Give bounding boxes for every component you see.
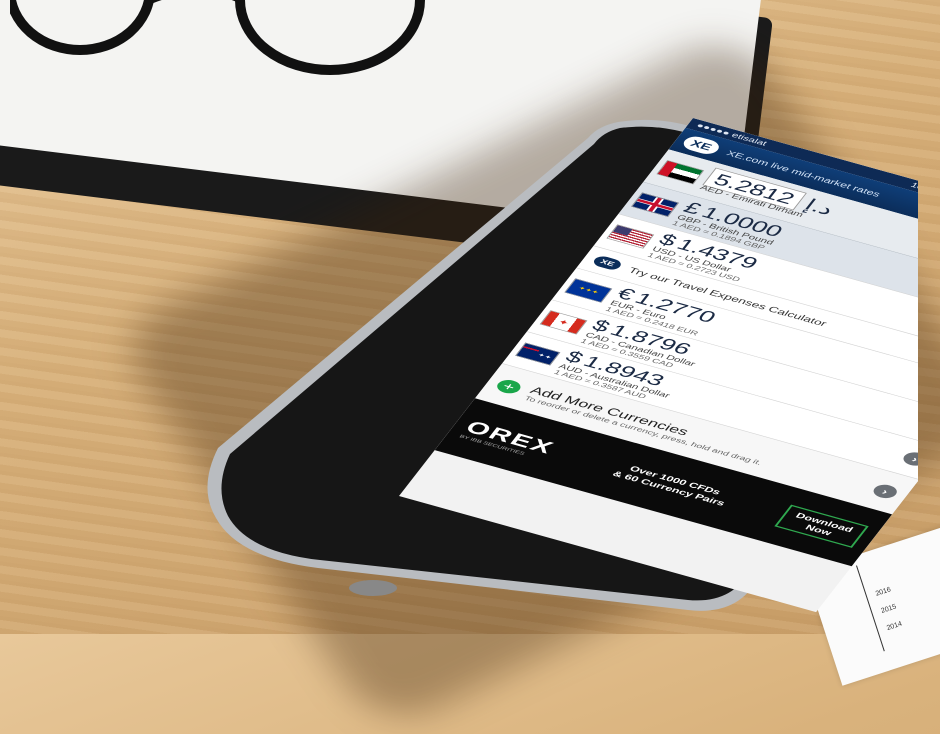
flag-gb-icon <box>631 192 679 217</box>
flag-us-icon <box>606 224 655 249</box>
flag-ca-icon: ✦ <box>539 310 588 335</box>
xe-logo-small: XE <box>590 254 624 272</box>
download-now-button[interactable]: Download Now <box>774 504 869 548</box>
eyeglasses <box>10 0 425 75</box>
plus-icon: + <box>493 377 525 396</box>
paper-year: 2014 <box>885 620 903 633</box>
phone-screen: ●●●●● etisalat 10:00 6% XE XE.com live m… <box>399 118 918 613</box>
flag-au-icon: ✦✦ <box>515 342 561 366</box>
xe-logo: XE <box>679 134 723 157</box>
flag-eu-icon: ✦✦✦ <box>564 278 613 303</box>
flag-ae-icon <box>656 160 705 185</box>
